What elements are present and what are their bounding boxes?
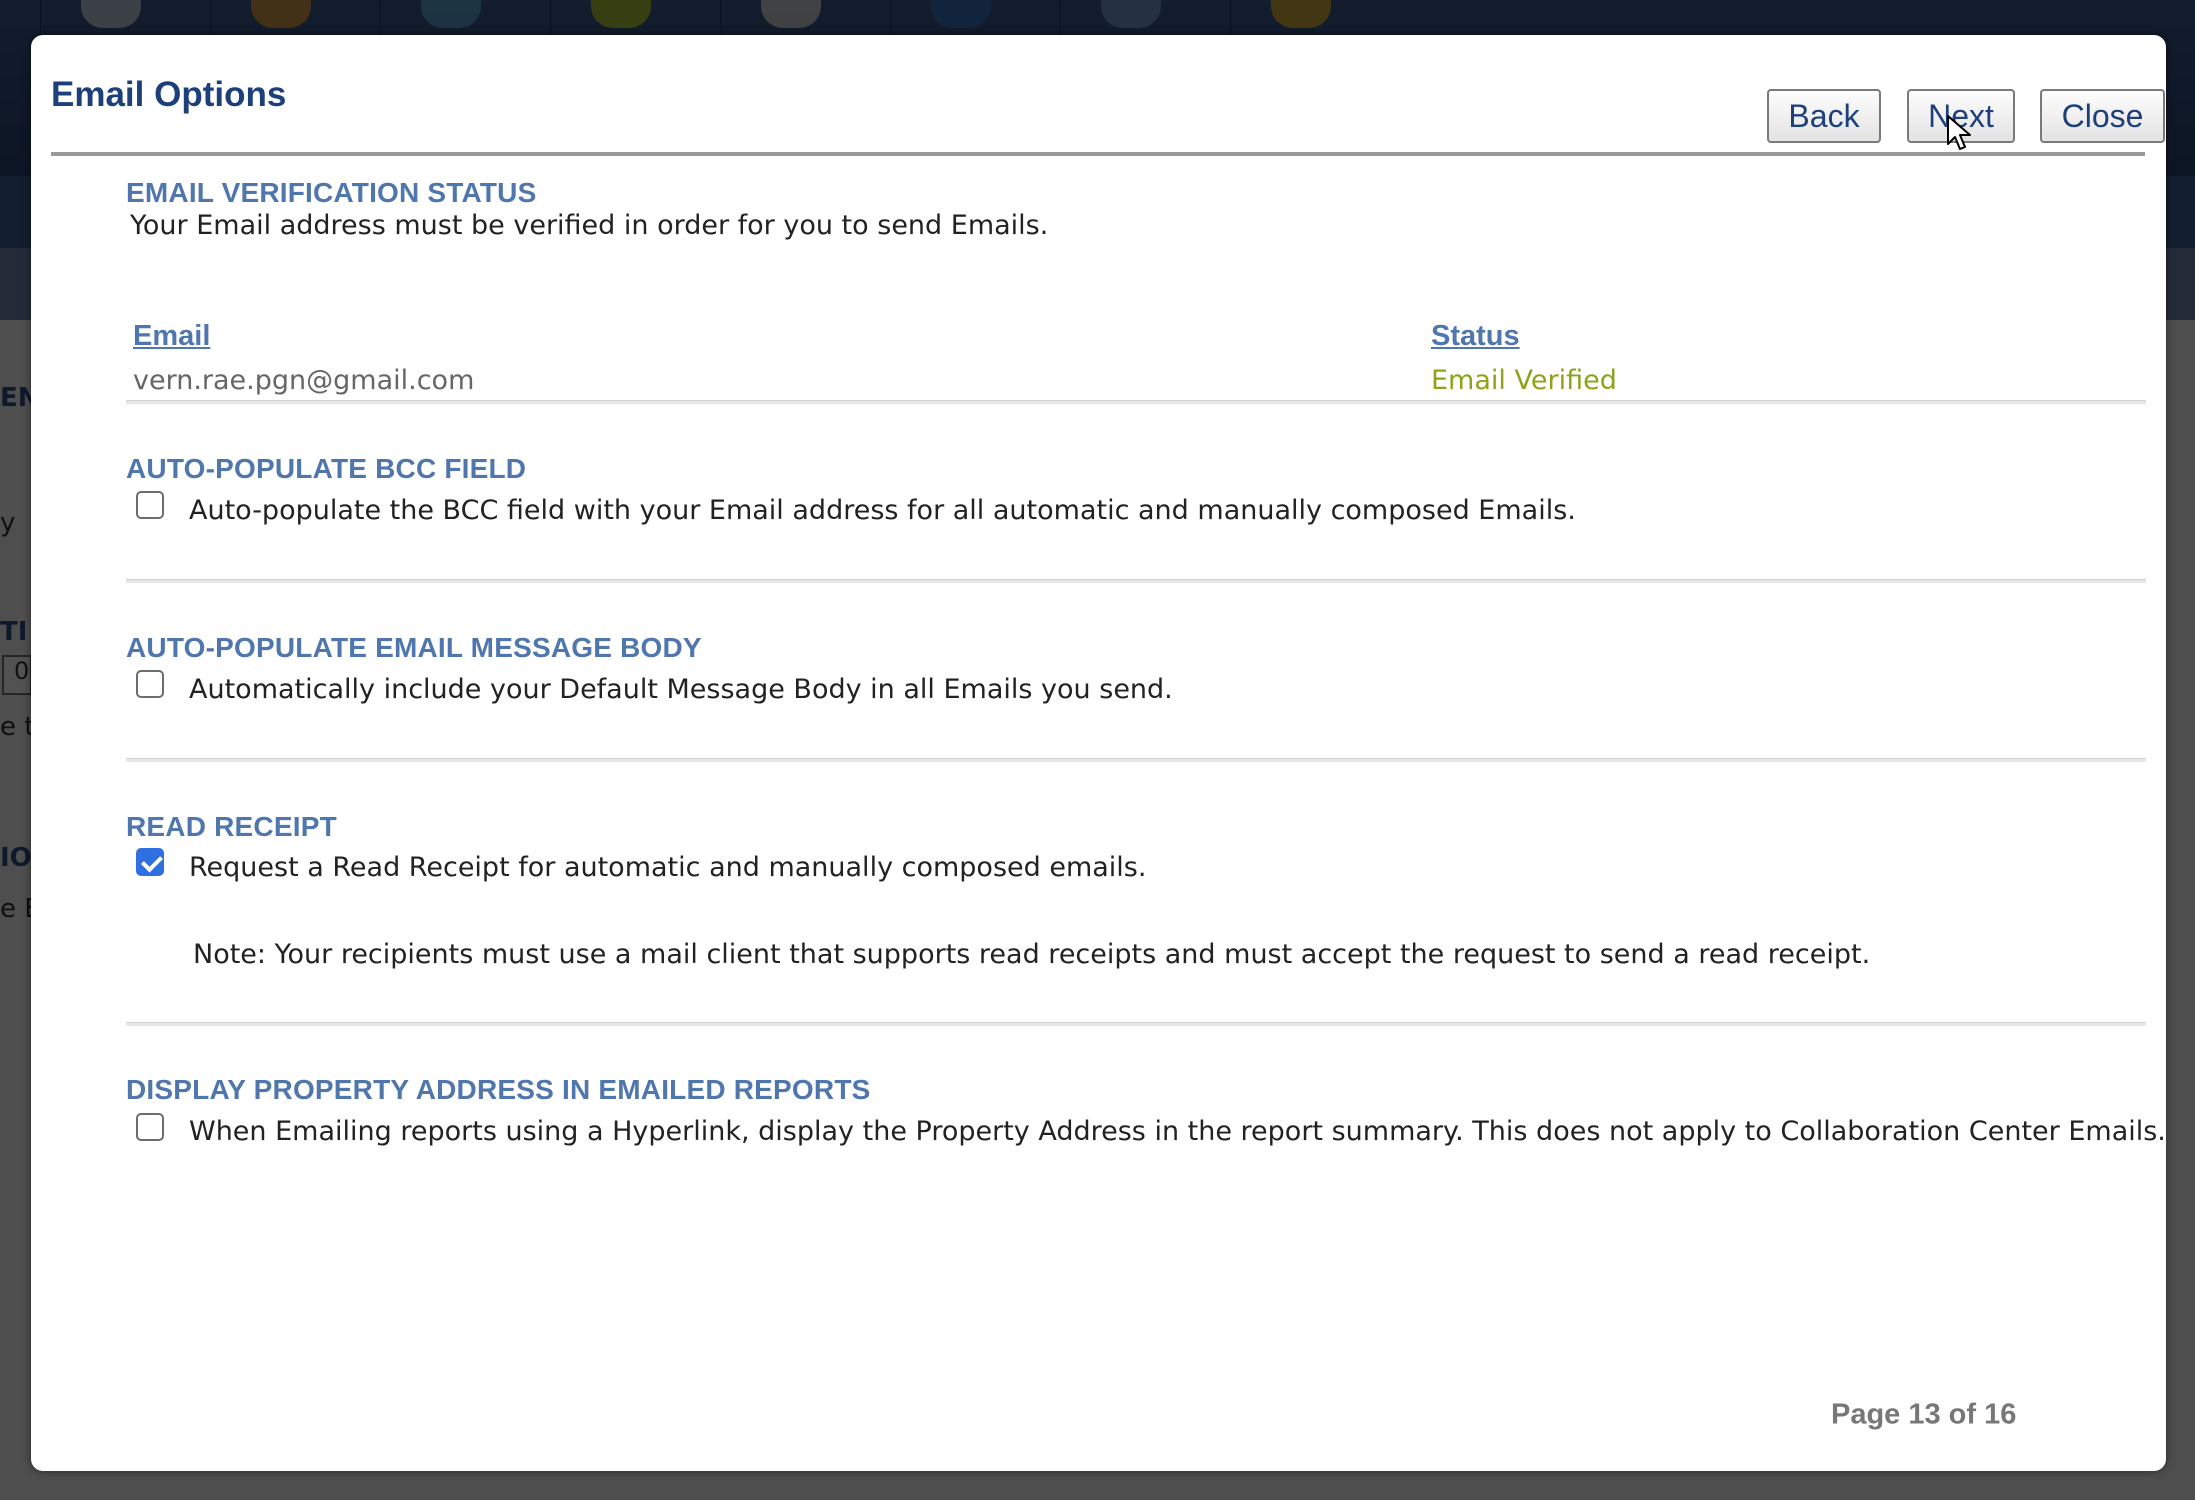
read-receipt-note: Note: Your recipients must use a mail cl… (193, 939, 1871, 970)
column-header-status[interactable]: Status (1431, 320, 1520, 353)
read-receipt-checkbox[interactable] (136, 848, 164, 876)
section-title-message-body: AUTO-POPULATE EMAIL MESSAGE BODY (126, 632, 702, 663)
section-divider (126, 579, 2146, 583)
verification-description: Your Email address must be verified in o… (130, 210, 1049, 241)
email-status-value: Email Verified (1431, 365, 1617, 396)
section-divider (126, 758, 2146, 762)
close-button[interactable]: Close (2040, 89, 2165, 143)
column-header-email[interactable]: Email (133, 320, 210, 353)
email-address-value: vern.rae.pgn@gmail.com (133, 365, 475, 396)
dialog-header: Email Options Back Next Close (51, 57, 2165, 156)
section-divider (126, 400, 2146, 404)
bcc-checkbox-label: Auto-populate the BCC field with your Em… (189, 495, 1576, 526)
section-divider (126, 1022, 2146, 1026)
section-title-read-receipt: READ RECEIPT (126, 811, 337, 842)
read-receipt-checkbox-label: Request a Read Receipt for automatic and… (189, 852, 1147, 883)
property-address-checkbox[interactable] (136, 1113, 164, 1141)
section-title-bcc: AUTO-POPULATE BCC FIELD (126, 453, 527, 484)
page-indicator: Page 13 of 16 (1831, 1398, 2017, 1431)
mouse-cursor-icon (1947, 115, 1971, 150)
section-title-property-address: DISPLAY PROPERTY ADDRESS IN EMAILED REPO… (126, 1074, 871, 1105)
message-body-checkbox[interactable] (136, 670, 164, 698)
email-options-dialog: Email Options Back Next Close EMAIL VERI… (31, 35, 2166, 1471)
message-body-checkbox-label: Automatically include your Default Messa… (189, 674, 1173, 705)
bcc-checkbox[interactable] (136, 491, 164, 519)
dialog-title: Email Options (51, 75, 287, 114)
property-address-checkbox-label: When Emailing reports using a Hyperlink,… (189, 1116, 2166, 1147)
back-button[interactable]: Back (1767, 89, 1881, 143)
section-title-email-verification: EMAIL VERIFICATION STATUS (126, 177, 537, 208)
